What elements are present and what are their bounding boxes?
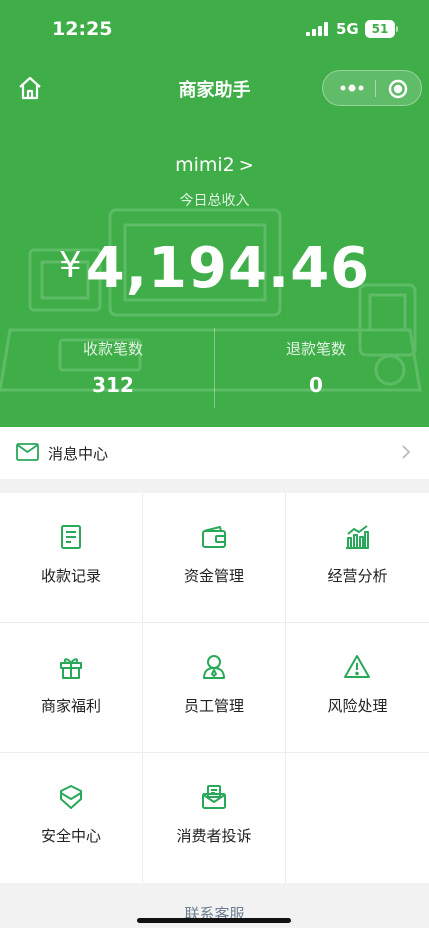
- home-indicator: [137, 918, 291, 923]
- grid-item-label: 安全中心: [40, 827, 101, 845]
- grid-item-benefits[interactable]: 商家福利: [0, 623, 143, 753]
- today-income-amount: ¥4,194.46: [0, 236, 429, 301]
- merchant-name: mimi2: [175, 154, 235, 176]
- grid-item-label: 员工管理: [183, 697, 244, 715]
- message-center-row[interactable]: 消息中心: [0, 427, 429, 479]
- today-income-label: 今日总收入: [179, 193, 250, 209]
- grid-item-label: 经营分析: [327, 567, 388, 585]
- grid-item-label: 消费者投诉: [176, 827, 252, 845]
- capsule-divider: [375, 80, 376, 97]
- chevron-right-icon: >: [238, 155, 254, 176]
- grid-item-label: 收款记录: [40, 567, 101, 585]
- payment-count-label: 收款笔数: [82, 340, 143, 358]
- receipt-icon: [61, 525, 81, 549]
- staff-icon: [203, 655, 225, 679]
- grid-item-label: 商家福利: [40, 697, 101, 715]
- currency-symbol: ¥: [58, 245, 82, 286]
- message-center-label: 消息中心: [48, 445, 109, 463]
- grid-item-risk[interactable]: 风险处理: [286, 623, 429, 753]
- gift-icon: [60, 658, 82, 679]
- grid-item-receipts[interactable]: 收款记录: [0, 493, 143, 623]
- battery-tip: [396, 26, 398, 32]
- merchant-selector[interactable]: mimi2 >: [0, 154, 429, 176]
- complaint-icon: [202, 785, 226, 809]
- status-time: 12:25: [52, 18, 113, 40]
- grid-item-label: 资金管理: [183, 567, 244, 585]
- payment-count-value: 312: [92, 373, 134, 397]
- battery-icon: 51: [365, 20, 395, 38]
- grid-item-analytics[interactable]: 经营分析: [286, 493, 429, 623]
- grid-empty-cell: [286, 753, 429, 883]
- wallet-icon: [202, 526, 226, 548]
- close-target-icon[interactable]: [387, 78, 409, 100]
- more-icon[interactable]: [337, 79, 367, 97]
- refund-count-label: 退款笔数: [285, 340, 346, 358]
- warning-icon: [344, 655, 370, 678]
- grid-item-label: 风险处理: [327, 697, 388, 715]
- grid-item-funds[interactable]: 资金管理: [143, 493, 286, 623]
- function-grid: 收款记录 资金管理 经营分析 商家福利 员工管理 风险处理 安全中心 消费者投诉: [0, 493, 429, 883]
- grid-item-complaints[interactable]: 消费者投诉: [143, 753, 286, 883]
- grid-item-security[interactable]: 安全中心: [0, 753, 143, 883]
- refund-count-value: 0: [309, 373, 323, 397]
- envelope-icon: [16, 443, 39, 461]
- bar-chart-icon: [346, 525, 369, 549]
- chevron-right-icon: [402, 445, 411, 459]
- status-bar: 12:25 5G 51: [0, 0, 429, 58]
- signal-icon: [306, 22, 328, 36]
- shield-icon: [60, 785, 82, 809]
- merchant-header: 12:25 5G 51 商家助手 mimi2 > 今日总收入 ¥4,194.46 …: [0, 0, 429, 427]
- mini-program-capsule: [322, 70, 422, 106]
- grid-item-staff[interactable]: 员工管理: [143, 623, 286, 753]
- income-value: 4,194.46: [85, 236, 371, 301]
- network-type: 5G: [336, 20, 359, 38]
